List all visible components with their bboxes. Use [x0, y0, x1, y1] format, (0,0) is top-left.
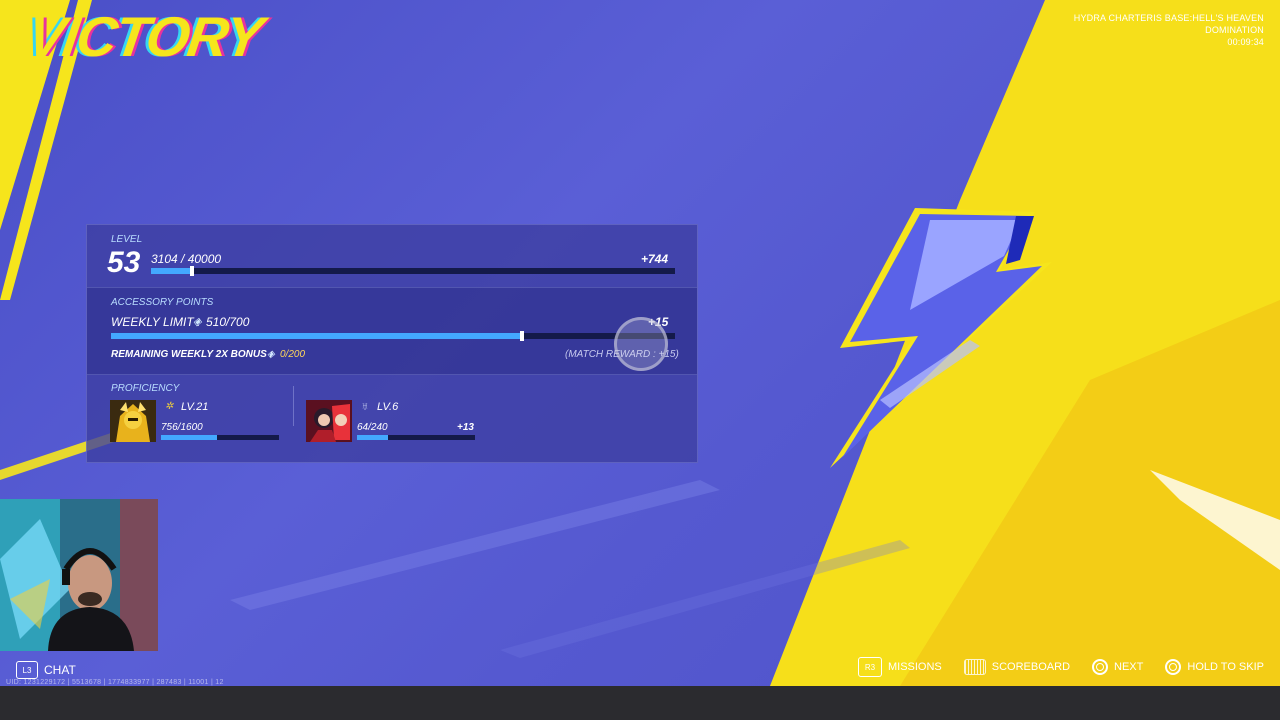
hero-portrait-2 — [306, 400, 352, 442]
r3-button-icon: R3 — [857, 657, 882, 677]
progression-panel: LEVEL 53 3104 / 40000 +744 ACCESSORY POI… — [86, 224, 698, 463]
level-number: 53 — [107, 246, 141, 279]
weekly-limit-label: WEEKLY LIMIT : — [111, 315, 201, 329]
controller-hints: R3 MISSIONS SCOREBOARD NEXT HOLD TO SKIP — [857, 657, 1264, 677]
hero-2-progress-text: 64/240 — [357, 422, 388, 433]
hero-portrait-1 — [110, 400, 156, 442]
proficiency-section: PROFICIENCY ✲ LV.21 756/1600 ♅ LV.6 64/2… — [87, 374, 697, 462]
lightning-bolt-emblem — [830, 208, 1052, 468]
level-progress-text: 3104 / 40000 — [151, 252, 222, 266]
game-screen: VICTORY HYDRA CHARTERIS BASE:HELL'S HEAV… — [0, 0, 1280, 686]
hold-to-skip-label: HOLD TO SKIP — [1187, 661, 1264, 673]
weekly-limit-fill — [111, 333, 522, 339]
touchpad-icon — [963, 659, 986, 675]
circle-button-icon — [1092, 659, 1109, 675]
hero-2-level: LV.6 — [377, 401, 399, 413]
l3-button-icon: L3 — [16, 661, 38, 679]
victory-title: VICTORY — [23, 5, 266, 68]
missions-button[interactable]: R3 MISSIONS — [857, 657, 942, 677]
bonus-label: REMAINING WEEKLY 2X BONUS : — [111, 349, 273, 360]
streamer-webcam — [0, 499, 158, 651]
hero-1-progress-text: 756/1600 — [161, 422, 203, 433]
bonus-coin-icon: ◈ — [267, 349, 275, 360]
hold-to-skip-button[interactable]: HOLD TO SKIP — [1165, 659, 1264, 675]
chat-button[interactable]: L3 CHAT — [16, 661, 76, 679]
hero-2-progress-fill — [357, 435, 389, 440]
match-time: 00:09:34 — [1227, 37, 1264, 47]
circle-button-icon — [1165, 659, 1182, 675]
chat-label: CHAT — [44, 663, 76, 677]
bonus-value: 0/200 — [280, 349, 306, 360]
weekly-limit-value: 510/700 — [206, 315, 250, 329]
level-progress-marker — [189, 266, 194, 276]
match-info: HYDRA CHARTERIS BASE:HELL'S HEAVEN DOMIN… — [1074, 12, 1264, 48]
scoreboard-label: SCOREBOARD — [991, 661, 1071, 673]
accessory-coin-icon: ◈ — [193, 316, 202, 328]
weekly-limit-bar — [111, 331, 675, 341]
level-label: LEVEL — [111, 234, 143, 245]
next-label: NEXT — [1114, 661, 1144, 673]
hero-1-progress-bar — [161, 435, 279, 440]
bottom-bar — [0, 686, 1280, 720]
weekly-limit-marker — [519, 331, 524, 341]
level-progress-fill — [151, 268, 192, 274]
proficiency-divider — [293, 386, 294, 426]
next-button[interactable]: NEXT — [1092, 659, 1143, 675]
level-gain: +744 — [641, 252, 669, 266]
hero-1-level: LV.21 — [181, 401, 209, 413]
hero-2-rank-icon: ♅ — [361, 401, 369, 412]
map-name: HYDRA CHARTERIS BASE:HELL'S HEAVEN — [1073, 13, 1264, 23]
level-progress-bar — [151, 266, 675, 276]
hero-2-gain: +13 — [457, 422, 474, 433]
missions-label: MISSIONS — [887, 661, 942, 673]
scoreboard-button[interactable]: SCOREBOARD — [963, 659, 1071, 675]
proficiency-label: PROFICIENCY — [111, 383, 180, 394]
hero-2-progress-bar — [357, 435, 475, 440]
hero-1-progress-fill — [161, 435, 217, 440]
hero-1-rank-icon: ✲ — [165, 401, 174, 412]
uid-text: UID: 1231229172 | 5513678 | 1774833977 |… — [6, 679, 224, 686]
level-section: LEVEL 53 3104 / 40000 +744 — [87, 225, 697, 287]
accessory-section: ACCESSORY POINTS WEEKLY LIMIT : ◈ 510/70… — [87, 287, 697, 375]
accessory-label: ACCESSORY POINTS — [111, 297, 214, 308]
game-mode: DOMINATION — [1205, 25, 1264, 35]
cursor-indicator — [614, 317, 668, 371]
